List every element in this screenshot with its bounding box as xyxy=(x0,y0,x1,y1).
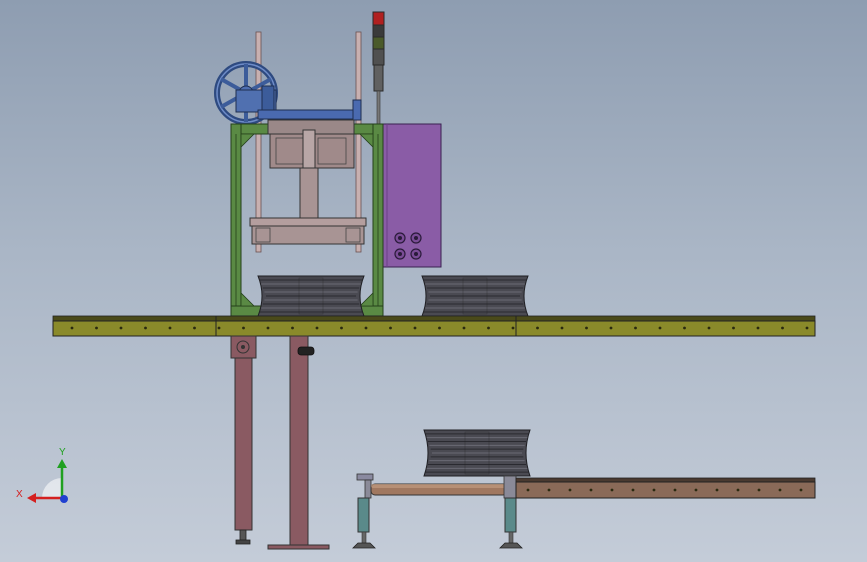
rail-hole xyxy=(609,326,613,330)
press-machine-drawing: Y X xyxy=(16,11,816,550)
wheel-rim-under-press xyxy=(257,275,365,317)
rail-hole xyxy=(438,326,441,330)
support-leg-right xyxy=(267,335,330,550)
rail-hole xyxy=(631,488,635,492)
rail-hole xyxy=(658,326,662,330)
y-axis-label: Y xyxy=(59,447,66,458)
rail-hole xyxy=(732,326,735,330)
lower-conveyor-rail xyxy=(515,477,816,499)
rail-hole xyxy=(547,488,551,492)
rail-hole xyxy=(757,488,761,492)
rail-hole xyxy=(389,326,392,330)
x-axis-label: X xyxy=(16,489,23,500)
rail-hole xyxy=(526,488,530,492)
lower-stand-left xyxy=(352,497,376,549)
rail-hole xyxy=(560,326,564,330)
rail-hole xyxy=(707,326,711,330)
press-cylinder xyxy=(267,119,355,223)
rail-hole xyxy=(487,326,490,330)
rail-hole xyxy=(462,326,466,330)
rail-hole xyxy=(340,326,343,330)
control-cabinet xyxy=(382,123,442,268)
rail-hole xyxy=(568,488,572,492)
rail-hole xyxy=(683,326,686,330)
signal-tower xyxy=(372,11,385,126)
rail-hole xyxy=(778,488,782,492)
rail-hole xyxy=(511,326,515,330)
rail-hole xyxy=(799,488,803,492)
rail-hole xyxy=(144,326,147,330)
rail-hole xyxy=(95,326,98,330)
rail-hole xyxy=(781,326,784,330)
rail-hole xyxy=(242,326,245,330)
rail-hole xyxy=(291,326,294,330)
rail-hole xyxy=(634,326,637,330)
rail-hole xyxy=(536,326,539,330)
support-leg-left xyxy=(230,335,257,545)
rail-hole xyxy=(413,326,417,330)
rail-hole xyxy=(119,326,123,330)
rail-hole xyxy=(193,326,196,330)
cad-viewport[interactable]: Y X xyxy=(0,0,867,562)
wheel-rim-on-conveyor xyxy=(421,275,529,317)
rail-hole xyxy=(715,488,719,492)
rail-hole xyxy=(736,488,740,492)
rail-hole xyxy=(673,488,677,492)
axis-triad: Y X xyxy=(16,447,68,503)
rail-hole xyxy=(652,488,656,492)
rail-hole xyxy=(266,326,270,330)
wheel-rim-lower-conveyor xyxy=(423,429,531,477)
rail-hole xyxy=(589,488,593,492)
rail-hole xyxy=(364,326,368,330)
rail-hole xyxy=(315,326,319,330)
lower-roller xyxy=(356,473,508,499)
upper-conveyor-rail xyxy=(52,315,816,337)
crossbar-post xyxy=(352,99,362,121)
rail-hole xyxy=(217,326,221,330)
rail-hole xyxy=(585,326,588,330)
press-platen xyxy=(249,217,367,245)
top-crossbar xyxy=(257,109,359,120)
rail-hole xyxy=(610,488,614,492)
rail-hole xyxy=(168,326,172,330)
rail-hole xyxy=(756,326,760,330)
rail-hole xyxy=(70,326,74,330)
rail-hole xyxy=(805,326,809,330)
rail-hole xyxy=(694,488,698,492)
